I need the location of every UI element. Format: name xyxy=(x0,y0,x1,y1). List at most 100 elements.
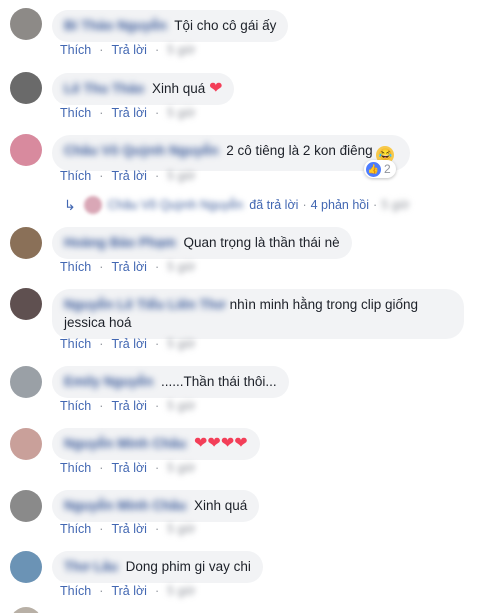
timestamp[interactable]: 5 giờ xyxy=(167,106,195,120)
like-link[interactable]: Thích xyxy=(60,43,91,57)
comment-author[interactable]: Lê Thu Thảo xyxy=(64,80,144,98)
reply-link[interactable]: Trả lời xyxy=(111,461,147,475)
comment-author[interactable]: Châu Võ Quỳnh Nguyễn xyxy=(64,142,219,160)
avatar[interactable] xyxy=(10,490,42,522)
reaction-count-label: 2 xyxy=(384,162,391,176)
like-link[interactable]: Thích xyxy=(60,337,91,351)
avatar[interactable] xyxy=(10,134,42,166)
timestamp[interactable]: 5 giờ xyxy=(167,522,195,536)
reply-author: Châu Võ Quỳnh Nguyễn xyxy=(107,198,244,212)
reply-link[interactable]: Trả lời xyxy=(111,260,147,274)
avatar[interactable] xyxy=(10,551,42,583)
comment-bubble: Emily Nguyễn ......Thần thái thôi... xyxy=(52,366,289,398)
reply-link[interactable]: Trả lời xyxy=(111,169,147,183)
comment-text: Quan trọng là thần thái nè xyxy=(183,235,340,250)
separator: · xyxy=(154,337,160,351)
comment-actions: Thích · Trả lời · 5 giờ xyxy=(60,260,203,274)
avatar[interactable] xyxy=(10,72,42,104)
comment-bubble: Lê Thu Thảo Xinh quá ❤ xyxy=(52,73,235,105)
comment-actions: Thích · Trả lời · 5 giờ xyxy=(60,399,203,413)
avatar[interactable] xyxy=(10,366,42,398)
separator: · xyxy=(154,169,160,183)
comment-bubble: Nguyễn Lê Tiểu Liên Thơ nhìn minh hằng tr… xyxy=(52,289,464,339)
like-link[interactable]: Thích xyxy=(60,584,91,598)
separator: · xyxy=(154,260,160,274)
separator: · xyxy=(99,461,104,475)
replied-label: đã trả lời xyxy=(249,198,299,212)
separator: · xyxy=(99,337,104,351)
separator: · xyxy=(154,43,160,57)
comment-actions: Thích · Trả lời · 5 giờ xyxy=(60,43,203,57)
separator: · xyxy=(154,106,160,120)
comment-bubble: Nguyễn Minh Châu Xinh quá xyxy=(52,490,260,522)
heart-emoji-icon: ❤ xyxy=(209,80,223,97)
like-link[interactable]: Thích xyxy=(60,461,91,475)
comment-actions: Thích · Trả lời · 5 giờ xyxy=(60,522,203,536)
separator: · xyxy=(373,198,378,212)
comment-actions: Thích · Trả lời · 5 giờ xyxy=(60,106,203,120)
reply-link[interactable]: Trả lời xyxy=(111,43,147,57)
timestamp[interactable]: 5 giờ xyxy=(167,461,195,475)
reply-timestamp: 5 giờ xyxy=(381,198,410,212)
comment-text: Xinh quá xyxy=(152,81,206,96)
like-link[interactable]: Thích xyxy=(60,399,91,413)
reply-link[interactable]: Trả lời xyxy=(111,337,147,351)
avatar[interactable] xyxy=(10,8,42,40)
separator: · xyxy=(154,584,160,598)
heart-emoji-icon: ❤❤❤❤ xyxy=(194,435,248,452)
comment-author[interactable]: Hoàng Bảo Phạm xyxy=(64,234,176,252)
separator: · xyxy=(99,169,104,183)
comment-text: ......Thần thái thôi... xyxy=(161,374,277,389)
separator: · xyxy=(99,106,104,120)
reply-link[interactable]: Trả lời xyxy=(111,399,147,413)
comment-actions: Thích · Trả lời · 5 giờ xyxy=(60,169,203,183)
comment-author[interactable]: Emily Nguyễn xyxy=(64,373,153,391)
timestamp[interactable]: 5 giờ xyxy=(167,399,195,413)
comment-bubble: Châu Võ Quỳnh Nguyễn 2 cô tiêng là 2 kon… xyxy=(52,135,411,171)
comment-author[interactable]: Nguyễn Minh Châu xyxy=(64,435,186,453)
separator: · xyxy=(99,584,104,598)
reply-count: 4 phản hồi xyxy=(310,198,370,212)
separator: · xyxy=(154,522,160,536)
reply-link[interactable]: Trả lời xyxy=(111,584,147,598)
separator: · xyxy=(154,461,160,475)
view-replies-link[interactable]: ↳ Châu Võ Quỳnh Nguyễn đã trả lời · 4 ph… xyxy=(64,196,410,214)
reply-link[interactable]: Trả lời xyxy=(111,106,147,120)
comment-author[interactable]: Bí Thảo Nguyễn xyxy=(64,17,167,35)
comment-text: 2 cô tiêng là 2 kon điêng xyxy=(226,143,373,158)
avatar[interactable] xyxy=(10,607,42,613)
reply-avatar xyxy=(83,196,102,214)
comment-author[interactable]: Nguyễn Lê Tiểu Liên Thơ xyxy=(64,296,226,314)
like-link[interactable]: Thích xyxy=(60,260,91,274)
comment-bubble: Bí Thảo Nguyễn Tội cho cô gái ấy xyxy=(52,10,289,42)
like-link[interactable]: Thích xyxy=(60,106,91,120)
comment-author[interactable]: Thơ Lâu xyxy=(64,558,118,576)
reply-link[interactable]: Trả lời xyxy=(111,522,147,536)
avatar[interactable] xyxy=(10,428,42,460)
separator: · xyxy=(302,198,307,212)
reaction-count[interactable]: 👍 2 xyxy=(364,160,396,178)
like-link[interactable]: Thích xyxy=(60,169,91,183)
like-reaction-icon: 👍 xyxy=(366,161,381,177)
separator: · xyxy=(99,399,104,413)
comment-text: Dong phim gi vay chi xyxy=(125,559,251,574)
reply-arrow-icon: ↳ xyxy=(64,196,76,213)
timestamp[interactable]: 5 giờ xyxy=(167,169,195,183)
comment-actions: Thích · Trả lời · 5 giờ xyxy=(60,461,203,475)
comment-text: Xinh quá xyxy=(194,498,248,513)
comment-bubble: Hoàng Bảo Phạm Quan trọng là thần thái n… xyxy=(52,227,352,259)
separator: · xyxy=(154,399,160,413)
timestamp[interactable]: 5 giờ xyxy=(167,43,195,57)
comment-bubble: Thơ Lâu Dong phim gi vay chi xyxy=(52,551,263,583)
like-link[interactable]: Thích xyxy=(60,522,91,536)
timestamp[interactable]: 5 giờ xyxy=(167,260,195,274)
separator: · xyxy=(99,43,104,57)
comment-author[interactable]: Nguyễn Minh Châu xyxy=(64,497,186,515)
comment-actions: Thích · Trả lời · 5 giờ xyxy=(60,337,203,351)
timestamp[interactable]: 5 giờ xyxy=(167,584,195,598)
timestamp[interactable]: 5 giờ xyxy=(167,337,195,351)
avatar[interactable] xyxy=(10,227,42,259)
comment-bubble: Nguyễn Minh Châu ❤❤❤❤ xyxy=(52,428,260,460)
comment-text: Tội cho cô gái ấy xyxy=(174,18,277,33)
avatar[interactable] xyxy=(10,288,42,320)
